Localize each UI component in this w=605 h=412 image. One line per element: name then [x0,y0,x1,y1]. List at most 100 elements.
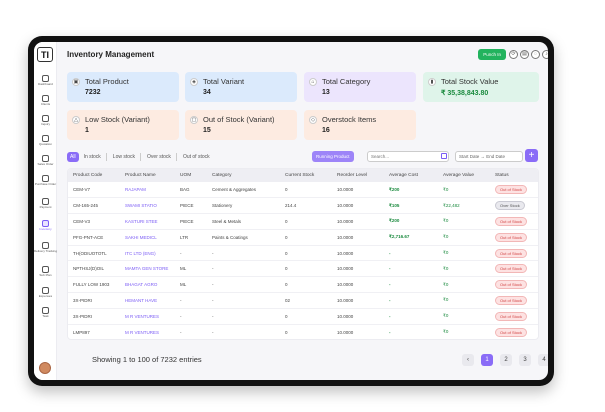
chat-icon[interactable]: ◌ [531,50,540,59]
box-icon: ▣ [72,78,80,86]
table-cell[interactable]: M R VENTURES [120,308,175,325]
column-header[interactable]: Status [490,169,538,182]
sidebar-item-inquiry[interactable]: Inquiry [34,115,57,126]
card-low-stock[interactable]: △ Low Stock (Variant) 1 [67,110,179,140]
table-row[interactable]: CM-165-245 SWAMI STATIO PIECE Stationery 214… [68,197,538,215]
document-icon[interactable]: ▤ [520,50,529,59]
page-button-4[interactable]: 4 [538,354,548,366]
column-header[interactable]: Current Stock [280,169,332,182]
column-header[interactable]: Category [207,169,280,182]
table-cell: 0 [280,213,332,230]
table-cell: 3X-PIDRI [68,308,120,325]
column-header[interactable]: Product Code [68,169,120,182]
filter-in-stock[interactable]: In stock [82,152,103,162]
sidebar-item-quotation[interactable]: Quotation [34,135,57,146]
table-cell: CEM-V7 [68,182,120,199]
table-row[interactable]: CEM-V7 RAJAPAM BAG Cement & Aggregates 0 10.0… [68,182,538,199]
filter-low-stock[interactable]: Low stock [111,152,137,162]
sidebar-item-clients[interactable]: Clients [34,95,57,106]
table-cell: CEM-V3 [68,213,120,230]
table-cell[interactable]: MAMTA GEN STORE [120,260,175,278]
sidebar-item-expenses[interactable]: Expenses [34,287,57,298]
page-title: Inventory Management [67,50,155,59]
column-header[interactable]: UOM [175,169,207,182]
table-cell: - [207,260,280,278]
card-title: Total Category [322,77,371,86]
table-cell[interactable]: SWAMI STATIO [120,197,175,215]
page-button-1[interactable]: 1 [481,354,493,366]
column-header[interactable]: Average Cost [384,169,438,182]
sidebar-item-sub-plan[interactable]: Sub Plan [34,266,57,277]
table-cell: 10.0000 [332,276,384,294]
punch-in-button[interactable]: Punch In [478,49,506,60]
table-row[interactable]: NPTHSJ(D)OIL MAMTA GEN STORE ML -0 10.0000- ₹… [68,260,538,278]
table-cell: - [175,308,207,325]
table-row[interactable]: CEM-V3 KASTURI STEE PIECE Steel & Metals 0 10… [68,213,538,230]
table-cell: Out of Stock [490,245,538,262]
table-cell[interactable]: HEMANT HAVE [120,292,175,309]
table-cell[interactable]: M R VENTURES [120,324,175,339]
table-cell[interactable]: KASTURI STEE [120,213,175,230]
sidebar-item-payment[interactable]: Payment [34,198,57,209]
add-product-button[interactable]: + [525,149,538,162]
status-badge: Out of Stock [495,280,528,290]
page-button-2[interactable]: 2 [500,354,512,366]
table-row[interactable]: TH(ODIUOTOTL ITC LTD (ENG) - -0 10.0000- ₹0 Ou… [68,245,538,262]
sidebar-item-label: Clients [40,102,51,106]
filter-over-stock[interactable]: Over stock [145,152,173,162]
column-header[interactable]: Average Value [438,169,490,182]
card-value: 1 [85,127,89,134]
table-cell: 214.4 [280,197,332,215]
table-cell: Out of Stock [490,324,538,339]
sidebar-item-inventory[interactable]: Inventory [34,220,57,231]
filter-all[interactable]: All [67,152,79,162]
running-product-button[interactable]: Running Product [312,151,354,162]
sidebar-item-task[interactable]: Task [34,307,57,318]
table-cell: BAG [175,182,207,199]
card-value: 16 [322,127,330,134]
sidebar-item-label: Delivery Tracking [34,249,58,253]
sidebar-item-dashboard[interactable]: Dashboard [34,75,57,86]
card-total-category[interactable]: ⌂ Total Category 13 [304,72,416,102]
table-row[interactable]: PFG-PNT-ACE SAKHI MEDICL LTR Paints & Coati… [68,229,538,246]
card-total-stock-value[interactable]: ▮ Total Stock Value ₹ 35,38,843.80 [423,72,539,102]
avatar[interactable] [39,362,51,374]
column-header[interactable]: Product Name [120,169,175,182]
sidebar-item-delivery-tracking[interactable]: Delivery Tracking [34,242,57,253]
card-out-of-stock[interactable]: ▢ Out of Stock (Variant) 15 [185,110,297,140]
table-cell: ₹200 [384,213,438,230]
search-icon[interactable] [441,153,447,159]
card-title: Total Product [85,77,129,86]
page-button-3[interactable]: 3 [519,354,531,366]
filter-out-of-stock[interactable]: Out of stock [181,152,212,162]
sidebar-item-purchase-order[interactable]: Purchase Order [34,175,57,186]
card-total-variant[interactable]: ◈ Total Variant 34 [185,72,297,102]
card-overstock[interactable]: ◇ Overstock Items 16 [304,110,416,140]
app-screen: TI Dashboard Clients Inquiry Quotation S… [34,42,548,380]
sidebar-item-label: Inquiry [40,122,50,126]
column-header[interactable]: Reorder Level [332,169,384,182]
search-input[interactable] [367,151,449,162]
table-row[interactable]: FULLY LOW 1903 BHAGAT AGRO ML -0 10.0000- ₹0 O… [68,276,538,294]
clipboard-icon: ▢ [190,116,198,124]
table-cell[interactable]: BHAGAT AGRO [120,276,175,294]
refresh-icon[interactable]: ⟳ [509,50,518,59]
date-range-picker[interactable]: Start Date → End Date [455,151,523,162]
table-cell[interactable]: SAKHI MEDICL [120,229,175,246]
table-cell: - [207,245,280,262]
payment-icon [42,198,49,205]
table-cell: 10.0000 [332,213,384,230]
table-cell: - [384,292,438,309]
status-badge: Out of Stock [495,311,528,321]
prev-page-button[interactable]: ‹ [462,354,474,366]
card-total-product[interactable]: ▣ Total Product 7232 [67,72,179,102]
table-cell[interactable]: ITC LTD (ENG) [120,245,175,262]
sidebar-item-sales-order[interactable]: Sales Order [34,155,57,166]
table-row[interactable]: 3X-PIDRI HEMANT HAVE - -02 10.0000- ₹0 Out of … [68,292,538,309]
notification-icon[interactable]: ♪ [542,50,548,59]
table-cell[interactable]: RAJAPAM [120,182,175,199]
table-row[interactable]: LMP897 M R VENTURES - -0 10.0000- ₹0 Out of St… [68,324,538,339]
table-row[interactable]: 3X-PIDRI M R VENTURES - -0 10.0000- ₹0 Out of … [68,308,538,325]
sidebar-item-label: Purchase Order [34,182,57,186]
alert-icon: △ [72,116,80,124]
